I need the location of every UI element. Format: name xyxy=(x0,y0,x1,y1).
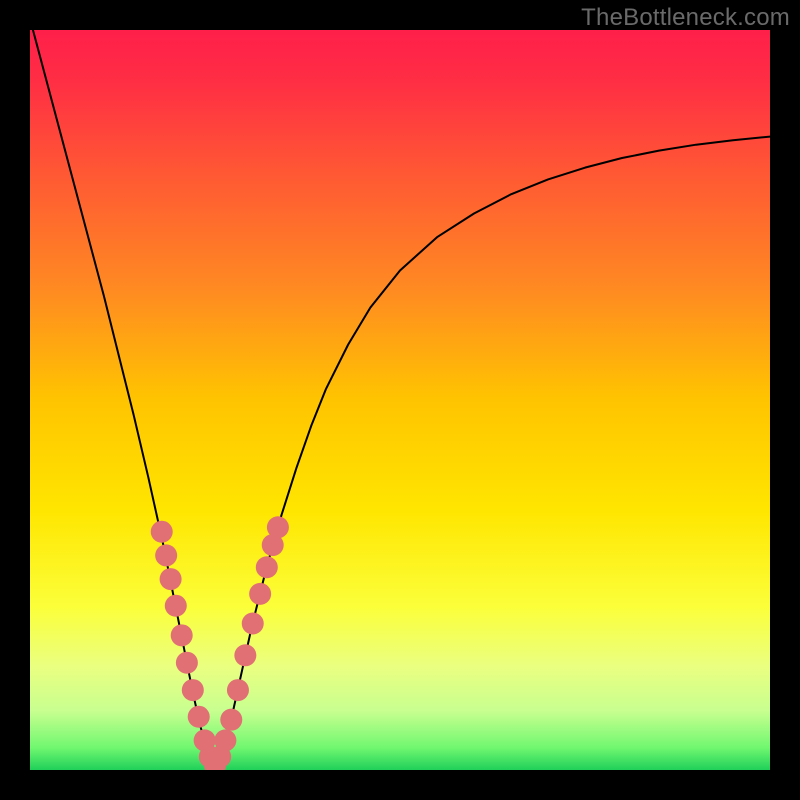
data-point xyxy=(234,644,256,666)
data-point xyxy=(249,583,271,605)
data-point xyxy=(176,652,198,674)
data-point xyxy=(220,709,242,731)
data-point xyxy=(227,679,249,701)
data-point xyxy=(256,556,278,578)
chart-svg xyxy=(30,30,770,770)
chart-background xyxy=(30,30,770,770)
watermark-label: TheBottleneck.com xyxy=(581,4,790,32)
data-point xyxy=(188,706,210,728)
data-point xyxy=(214,729,236,751)
data-point xyxy=(267,516,289,538)
data-point xyxy=(151,521,173,543)
chart-plot-area xyxy=(30,30,770,770)
data-point xyxy=(160,568,182,590)
data-point xyxy=(155,544,177,566)
chart-frame xyxy=(30,30,770,770)
data-point xyxy=(182,679,204,701)
data-point xyxy=(165,595,187,617)
data-point xyxy=(171,624,193,646)
data-point xyxy=(242,612,264,634)
